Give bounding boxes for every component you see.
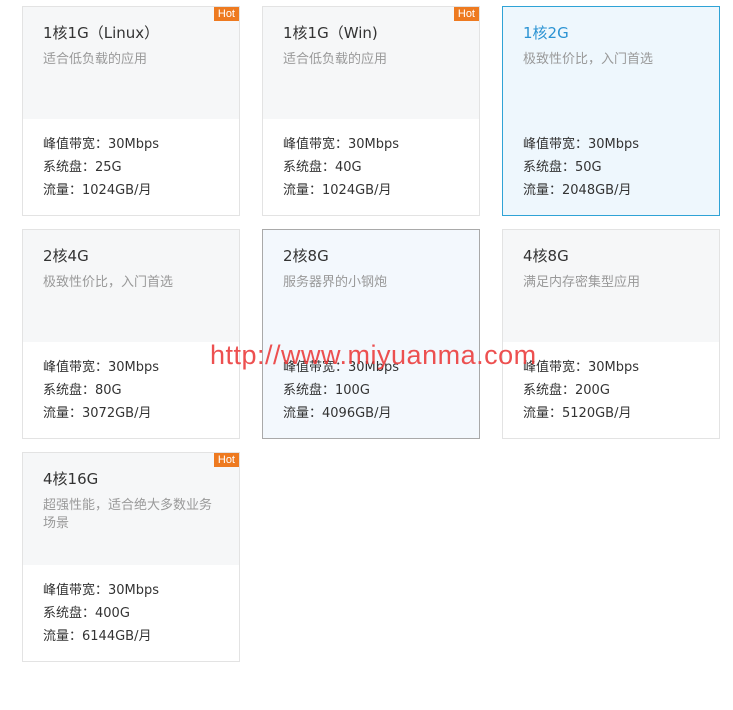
spec-bandwidth: 峰值带宽：30Mbps — [523, 137, 640, 152]
plan-description: 超强性能，适合绝大多数业务场景 — [43, 498, 213, 531]
plan-header: 4核16G 超强性能，适合绝大多数业务场景 — [23, 453, 239, 565]
plan-card-1c1g-linux[interactable]: Hot 1核1G（Linux） 适合低负载的应用 峰值带宽：30Mbps 系统盘… — [22, 6, 240, 216]
plan-card-1c2g[interactable]: 1核2G 极致性价比，入门首选 峰值带宽：30Mbps 系统盘：50G 流量：2… — [502, 6, 720, 216]
plan-header: 2核8G 服务器界的小钢炮 — [263, 230, 479, 342]
spec-traffic: 流量：1024GB/月 — [283, 183, 392, 198]
spec-bandwidth: 峰值带宽：30Mbps — [523, 360, 640, 375]
spec-traffic: 流量：5120GB/月 — [523, 406, 632, 421]
plan-header: 1核1G（Linux） 适合低负载的应用 — [23, 7, 239, 119]
plan-card-2c4g[interactable]: 2核4G 极致性价比，入门首选 峰值带宽：30Mbps 系统盘：80G 流量：3… — [22, 229, 240, 439]
plan-card-1c1g-win[interactable]: Hot 1核1G（Win) 适合低负载的应用 峰值带宽：30Mbps 系统盘：4… — [262, 6, 480, 216]
spec-disk: 系统盘：40G — [283, 160, 362, 175]
plan-header: 4核8G 满足内存密集型应用 — [503, 230, 719, 342]
plan-name: 1核1G（Win) — [283, 24, 378, 42]
spec-bandwidth: 峰值带宽：30Mbps — [43, 360, 160, 375]
plan-grid: Hot 1核1G（Linux） 适合低负载的应用 峰值带宽：30Mbps 系统盘… — [0, 0, 733, 710]
plan-description: 极致性价比，入门首选 — [523, 52, 654, 67]
plan-header: 2核4G 极致性价比，入门首选 — [23, 230, 239, 342]
plan-header: 1核1G（Win) 适合低负载的应用 — [263, 7, 479, 119]
plan-description: 极致性价比，入门首选 — [43, 275, 174, 290]
spec-traffic: 流量：1024GB/月 — [43, 183, 152, 198]
plan-specs: 峰值带宽：30Mbps 系统盘：100G 流量：4096GB/月 — [263, 342, 479, 425]
plan-name: 1核2G — [523, 24, 569, 42]
plan-card-4c8g[interactable]: 4核8G 满足内存密集型应用 峰值带宽：30Mbps 系统盘：200G 流量：5… — [502, 229, 720, 439]
plan-specs: 峰值带宽：30Mbps 系统盘：40G 流量：1024GB/月 — [263, 119, 479, 202]
spec-traffic: 流量：2048GB/月 — [523, 183, 632, 198]
plan-description: 满足内存密集型应用 — [523, 275, 641, 290]
plan-header: 1核2G 极致性价比，入门首选 — [503, 7, 719, 119]
spec-traffic: 流量：3072GB/月 — [43, 406, 152, 421]
plan-specs: 峰值带宽：30Mbps 系统盘：50G 流量：2048GB/月 — [503, 119, 719, 202]
plan-specs: 峰值带宽：30Mbps 系统盘：400G 流量：6144GB/月 — [23, 565, 239, 648]
spec-disk: 系统盘：100G — [283, 383, 370, 398]
plan-description: 适合低负载的应用 — [283, 52, 388, 67]
plan-card-4c16g[interactable]: Hot 4核16G 超强性能，适合绝大多数业务场景 峰值带宽：30Mbps 系统… — [22, 452, 240, 662]
plan-card-2c8g[interactable]: 2核8G 服务器界的小钢炮 峰值带宽：30Mbps 系统盘：100G 流量：40… — [262, 229, 480, 439]
plan-name: 1核1G（Linux） — [43, 24, 160, 42]
plan-specs: 峰值带宽：30Mbps 系统盘：80G 流量：3072GB/月 — [23, 342, 239, 425]
plan-description: 服务器界的小钢炮 — [283, 275, 388, 290]
hot-badge: Hot — [453, 7, 479, 21]
plan-specs: 峰值带宽：30Mbps 系统盘：200G 流量：5120GB/月 — [503, 342, 719, 425]
spec-disk: 系统盘：25G — [43, 160, 122, 175]
plan-description: 适合低负载的应用 — [43, 52, 148, 67]
hot-badge: Hot — [213, 7, 239, 21]
spec-disk: 系统盘：50G — [523, 160, 602, 175]
plan-name: 2核4G — [43, 247, 89, 265]
plan-name: 4核16G — [43, 470, 99, 488]
spec-bandwidth: 峰值带宽：30Mbps — [283, 137, 400, 152]
spec-disk: 系统盘：200G — [523, 383, 610, 398]
spec-bandwidth: 峰值带宽：30Mbps — [283, 360, 400, 375]
plan-name: 2核8G — [283, 247, 329, 265]
spec-bandwidth: 峰值带宽：30Mbps — [43, 583, 160, 598]
spec-disk: 系统盘：400G — [43, 606, 130, 621]
spec-traffic: 流量：4096GB/月 — [283, 406, 392, 421]
spec-traffic: 流量：6144GB/月 — [43, 629, 152, 644]
spec-disk: 系统盘：80G — [43, 383, 122, 398]
plan-name: 4核8G — [523, 247, 569, 265]
spec-bandwidth: 峰值带宽：30Mbps — [43, 137, 160, 152]
plan-specs: 峰值带宽：30Mbps 系统盘：25G 流量：1024GB/月 — [23, 119, 239, 202]
hot-badge: Hot — [213, 453, 239, 467]
